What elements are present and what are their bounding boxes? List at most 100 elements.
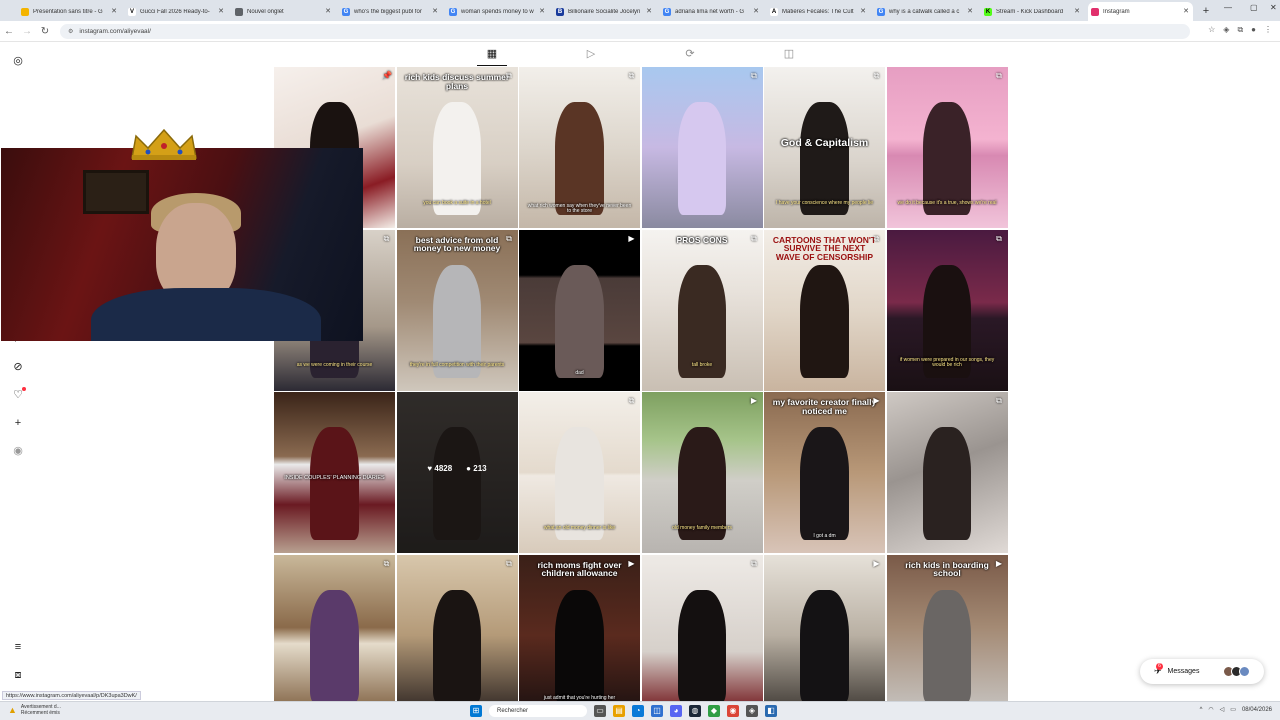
post-tile[interactable]: rich kids discuss summer plans you can bo…	[396, 67, 518, 228]
browser-tab[interactable]: Gwhy is a catwalk called a c ✕	[874, 2, 977, 21]
post-tile[interactable]: if women were prepared in our songs, the…	[886, 229, 1008, 391]
tab-close-icon[interactable]: ✕	[539, 7, 545, 15]
post-tile[interactable]: rich moms fight over children allowance j…	[519, 554, 640, 716]
tab-reels-icon[interactable]: ▷	[576, 44, 606, 66]
tray-chevron-icon[interactable]: ^	[1200, 707, 1203, 713]
carousel-badge-icon: ⧉	[628, 71, 635, 80]
carousel-badge-icon: ⧉	[751, 558, 757, 568]
close-window-icon[interactable]: ✕	[1270, 3, 1277, 12]
maximize-icon[interactable]: ▢	[1250, 3, 1258, 12]
tab-close-icon[interactable]: ✕	[646, 7, 652, 15]
post-tile[interactable]: what an old money dinner is like ⧉	[519, 392, 640, 553]
extensions-icon[interactable]: ⧉	[1237, 25, 1243, 35]
post-tile[interactable]: ⧉	[641, 554, 763, 716]
post-tile[interactable]: ⧉	[274, 554, 395, 716]
new-tab-icon[interactable]: +	[1199, 2, 1213, 21]
explore-icon[interactable]: ⊘	[11, 360, 25, 374]
shield-icon[interactable]: ◈	[1223, 25, 1229, 35]
forward-icon[interactable]: →	[18, 26, 36, 37]
post-subtitle: if women were prepared in our songs, the…	[899, 357, 995, 369]
store-icon[interactable]: ◫	[651, 705, 663, 717]
webcam-overlay	[1, 148, 363, 341]
post-tile[interactable]: rich kids in boarding school ▶	[886, 554, 1008, 716]
edge-icon[interactable]: ◔	[632, 705, 644, 717]
notifications-heart-icon[interactable]: ♡	[11, 387, 26, 402]
browser-tab[interactable]: Gwho's the biggest publ for ✕	[339, 2, 442, 21]
browser-tab[interactable]: Gwoman spends money to w ✕	[446, 2, 549, 21]
browser-tab[interactable]: Nouvel onglet ✕	[232, 2, 335, 21]
reel-badge-icon: ▶	[750, 396, 758, 405]
messages-button[interactable]: ✈ 6 Messages	[1140, 659, 1264, 684]
back-icon[interactable]: ←	[0, 26, 18, 37]
messages-count-badge: 6	[1156, 663, 1163, 670]
bookmark-star-icon[interactable]: ☆	[1208, 25, 1215, 35]
post-tile[interactable]: INSIDE COUPLES' PLANNING DIARIES	[274, 392, 395, 553]
post-tile[interactable]: PROS CONS tall broke ⧉	[641, 229, 763, 391]
post-tile[interactable]: what rich women say when they've never b…	[519, 67, 640, 228]
reload-icon[interactable]: ↻	[36, 26, 54, 37]
reel-badge-icon: ▶	[628, 558, 635, 568]
tab-posts-icon[interactable]: ▦	[477, 44, 507, 66]
tab-close-icon[interactable]: ✕	[111, 7, 117, 15]
browser-tab[interactable]: V Gucci Fall 2026 Ready-to- ✕	[125, 2, 228, 21]
battery-icon[interactable]: ▭	[1230, 706, 1236, 713]
tab-reposts-icon[interactable]: ⟳	[675, 44, 705, 66]
app-icon[interactable]: ◈	[746, 705, 758, 717]
post-tile[interactable]: God & Capitalism I have your conscience w…	[764, 67, 885, 228]
post-tile[interactable]: ⧉	[641, 67, 763, 228]
chrome-icon[interactable]: ◉	[727, 705, 739, 717]
steam-icon[interactable]: ◍	[689, 705, 701, 717]
app-icon[interactable]: ◆	[708, 705, 720, 717]
threads-icon[interactable]: ⧈	[11, 668, 25, 682]
tab-tagged-icon[interactable]: ◫	[774, 44, 804, 66]
post-tile[interactable]: ♥ 4828 ● 213	[396, 392, 518, 553]
post-subject	[555, 427, 604, 541]
site-info-icon[interactable]: ⚙	[68, 28, 73, 35]
browser-tab[interactable]: Présentation sans titre - G ✕	[18, 2, 121, 21]
profile-avatar[interactable]: ◉	[11, 444, 25, 458]
file-explorer-icon[interactable]: ▤	[613, 705, 625, 717]
post-tile[interactable]: ⧉	[886, 392, 1008, 553]
browser-tab[interactable]: Gadriana lima net worth - G ✕	[660, 2, 763, 21]
post-subject	[922, 102, 972, 216]
clock-date[interactable]: 08/04/2026	[1242, 707, 1272, 713]
post-tile[interactable]: my favorite creator finally noticed me I …	[764, 392, 885, 553]
tab-close-icon[interactable]: ✕	[432, 7, 438, 15]
profile-icon[interactable]: ●	[1251, 25, 1256, 35]
post-tile[interactable]: we do it because it's a true, shows we'r…	[886, 67, 1008, 228]
post-tile[interactable]: dad ▶	[519, 229, 640, 391]
menu-dots-icon[interactable]: ⋮	[1264, 25, 1272, 35]
wifi-icon[interactable]: ◠	[1208, 706, 1213, 713]
tab-close-icon[interactable]: ✕	[753, 7, 759, 15]
browser-tab[interactable]: B Billionaire Socialite Jocelyn ✕	[553, 2, 656, 21]
taskbar-search-input[interactable]: Rechercher	[489, 705, 587, 717]
app-icon[interactable]: ◧	[765, 705, 777, 717]
post-subtitle: as we were coming in their course	[296, 362, 373, 369]
post-tile[interactable]: CARTOONS THAT WON'T SURVIVE THE NEXT WAV…	[764, 229, 885, 391]
tab-close-icon[interactable]: ✕	[218, 7, 224, 15]
tab-close-icon[interactable]: ✕	[860, 7, 866, 15]
post-caption: rich kids discuss summer plans	[404, 72, 510, 91]
more-menu-icon[interactable]: ≡	[11, 640, 25, 654]
minimize-icon[interactable]: —	[1224, 3, 1232, 12]
browser-tab[interactable]: Instagram ✕	[1088, 2, 1193, 21]
post-tile[interactable]: best advice from old money to new money t…	[396, 229, 518, 391]
create-plus-icon[interactable]: +	[11, 416, 25, 430]
windows-start-icon[interactable]: ⊞	[470, 705, 482, 717]
task-view-icon[interactable]: ▭	[594, 705, 606, 717]
browser-tab[interactable]: A Matières Fécales: The Cult ✕	[767, 2, 870, 21]
tab-close-icon[interactable]: ✕	[1074, 7, 1080, 15]
tab-close-icon[interactable]: ✕	[1183, 7, 1189, 15]
instagram-logo-icon[interactable]: ◎	[11, 54, 25, 68]
carousel-badge-icon: ⧉	[383, 233, 390, 243]
tab-close-icon[interactable]: ✕	[325, 7, 331, 15]
browser-tab[interactable]: K Stream - Kick Dashboard ✕	[981, 2, 1084, 21]
post-tile[interactable]: ⧉	[396, 554, 518, 716]
post-tile[interactable]: old money family members ▶	[641, 392, 763, 553]
warning-notification[interactable]: ▲ Avertissement d... Récemment émis	[8, 704, 61, 716]
volume-icon[interactable]: ◁	[1220, 706, 1225, 713]
discord-icon[interactable]: ◕	[670, 705, 682, 717]
tab-close-icon[interactable]: ✕	[967, 7, 973, 15]
post-tile[interactable]: ▶	[764, 554, 885, 716]
address-bar[interactable]: ⚙ instagram.com/aliyevaal/	[60, 24, 1190, 39]
